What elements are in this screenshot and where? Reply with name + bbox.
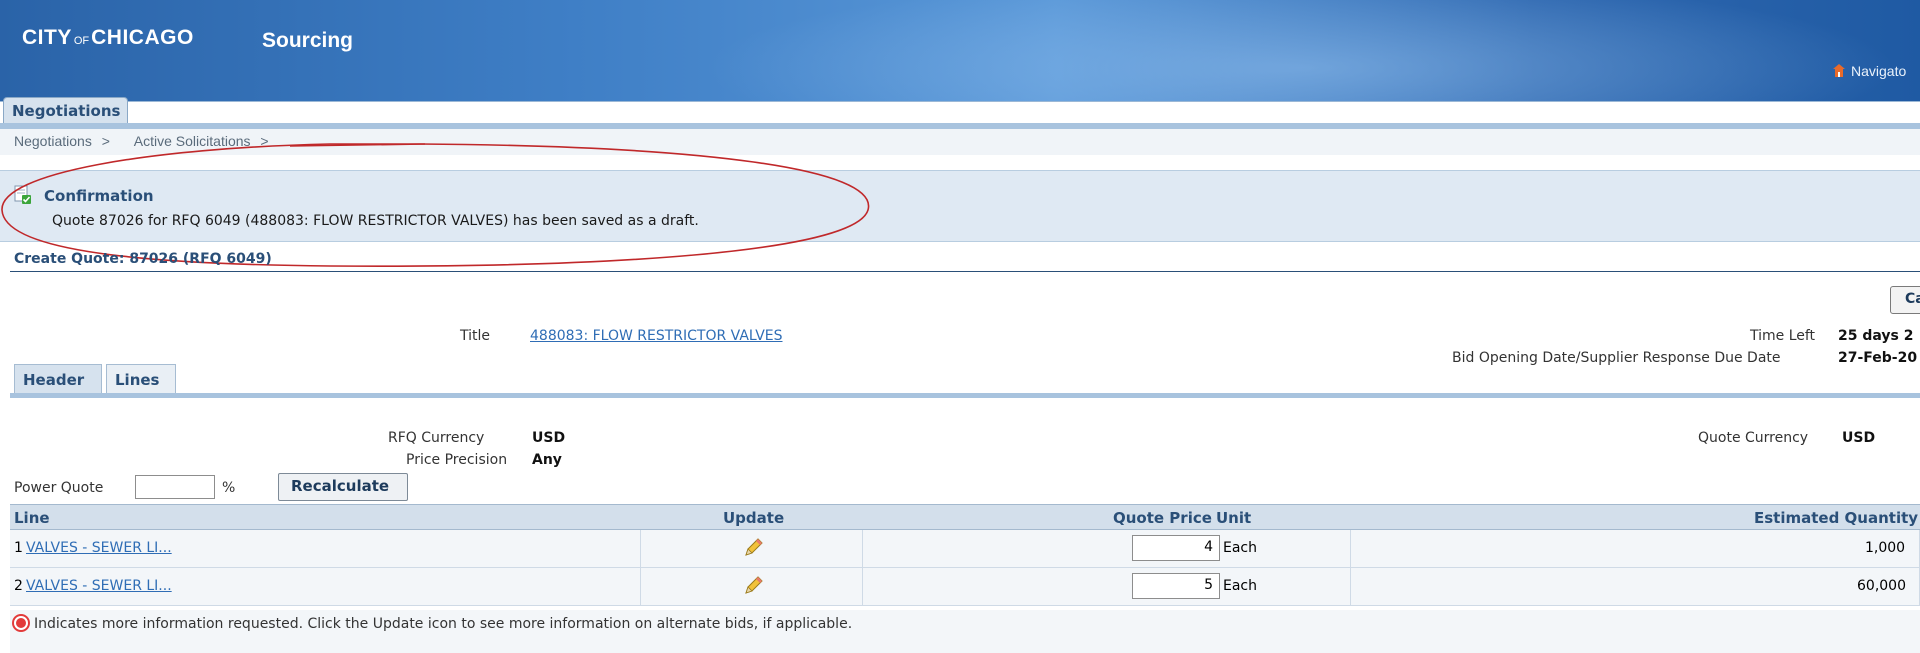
price-precision-label: Price Precision bbox=[406, 452, 508, 468]
table-row: 1 VALVES - SEWER LI... 4 Each 1,000 bbox=[10, 530, 1920, 568]
confirmation-icon bbox=[14, 185, 31, 204]
brand-of: OF bbox=[73, 35, 90, 47]
confirmation-box: Confirmation Quote 87026 for RFQ 6049 (4… bbox=[0, 170, 1920, 242]
column-line: Line bbox=[14, 509, 50, 527]
sub-tab-underline bbox=[10, 393, 1920, 398]
banner-decoration bbox=[600, 0, 1920, 101]
column-unit: Unit bbox=[1216, 509, 1252, 527]
unit-value: Each bbox=[1223, 540, 1257, 556]
home-icon bbox=[1833, 64, 1845, 77]
quote-price-input[interactable]: 4 bbox=[1132, 535, 1220, 561]
row-number: 1 bbox=[14, 540, 23, 556]
breadcrumb-separator: > bbox=[260, 133, 269, 149]
quote-currency-value: USD bbox=[1842, 430, 1876, 446]
breadcrumb-active-solicitations[interactable]: Active Solicitations bbox=[134, 133, 251, 149]
price-precision-value: Any bbox=[532, 452, 562, 468]
recalculate-button[interactable]: Recalculate bbox=[278, 473, 408, 501]
brand-city: CITY bbox=[22, 26, 72, 49]
quantity-value: 1,000 bbox=[1865, 540, 1906, 556]
title-link[interactable]: 488083: FLOW RESTRICTOR VALVES bbox=[530, 328, 783, 344]
column-quote-price: Quote Price bbox=[1113, 509, 1212, 527]
breadcrumb-separator: > bbox=[101, 133, 110, 149]
percent-sign: % bbox=[222, 480, 236, 496]
rfq-currency-label: RFQ Currency bbox=[388, 430, 485, 446]
footnote-text: Indicates more information requested. Cl… bbox=[34, 616, 853, 632]
footnote: Indicates more information requested. Cl… bbox=[10, 610, 1920, 653]
line-item-link[interactable]: VALVES - SEWER LI... bbox=[26, 540, 172, 556]
due-date-label: Bid Opening Date/Supplier Response Due D… bbox=[1452, 350, 1781, 366]
confirmation-message: Quote 87026 for RFQ 6049 (488083: FLOW R… bbox=[52, 213, 699, 229]
line-item-link[interactable]: VALVES - SEWER LI... bbox=[26, 578, 172, 594]
breadcrumb: Negotiations > Active Solicitations > bbox=[0, 129, 1920, 155]
quote-price-input[interactable]: 5 bbox=[1132, 573, 1220, 599]
pencil-icon[interactable] bbox=[742, 575, 764, 597]
page-title: Create Quote: 87026 (RFQ 6049) bbox=[14, 251, 272, 267]
confirmation-heading: Confirmation bbox=[44, 187, 154, 205]
table-row: 2 VALVES - SEWER LI... 5 Each 60,000 bbox=[10, 568, 1920, 606]
tab-header[interactable]: Header bbox=[14, 364, 102, 394]
time-left-label: Time Left bbox=[1750, 328, 1816, 344]
title-label: Title bbox=[460, 328, 491, 344]
quote-currency-label: Quote Currency bbox=[1698, 430, 1809, 446]
quantity-value: 60,000 bbox=[1857, 578, 1906, 594]
table-header: Line Update Quote Price Unit Estimated Q… bbox=[10, 504, 1920, 530]
power-quote-label: Power Quote bbox=[14, 480, 104, 496]
more-info-icon bbox=[14, 616, 28, 630]
time-left-value: 25 days 2 bbox=[1838, 328, 1914, 344]
column-estimated-quantity: Estimated Quantity bbox=[1754, 509, 1919, 527]
tab-lines[interactable]: Lines bbox=[106, 364, 176, 394]
brand-chicago: CHICAGO bbox=[91, 26, 194, 49]
navigator-link[interactable]: Navigato bbox=[1833, 63, 1906, 79]
navigator-label: Navigato bbox=[1851, 63, 1907, 79]
app-header-banner: CITY OFCHICAGO Sourcing Navigato bbox=[0, 0, 1920, 102]
app-name: Sourcing bbox=[262, 29, 354, 52]
city-logo: CITY OFCHICAGO bbox=[22, 26, 194, 50]
breadcrumb-negotiations[interactable]: Negotiations bbox=[14, 133, 92, 149]
row-number: 2 bbox=[14, 578, 23, 594]
page-title-rule bbox=[10, 271, 1920, 272]
power-quote-input[interactable] bbox=[135, 475, 215, 499]
cancel-button[interactable]: Ca bbox=[1890, 286, 1920, 314]
tab-negotiations[interactable]: Negotiations bbox=[3, 97, 129, 123]
pencil-icon[interactable] bbox=[742, 537, 764, 559]
unit-value: Each bbox=[1223, 578, 1257, 594]
rfq-currency-value: USD bbox=[532, 430, 566, 446]
column-update: Update bbox=[723, 509, 785, 527]
due-date-value: 27-Feb-20 bbox=[1838, 350, 1918, 366]
